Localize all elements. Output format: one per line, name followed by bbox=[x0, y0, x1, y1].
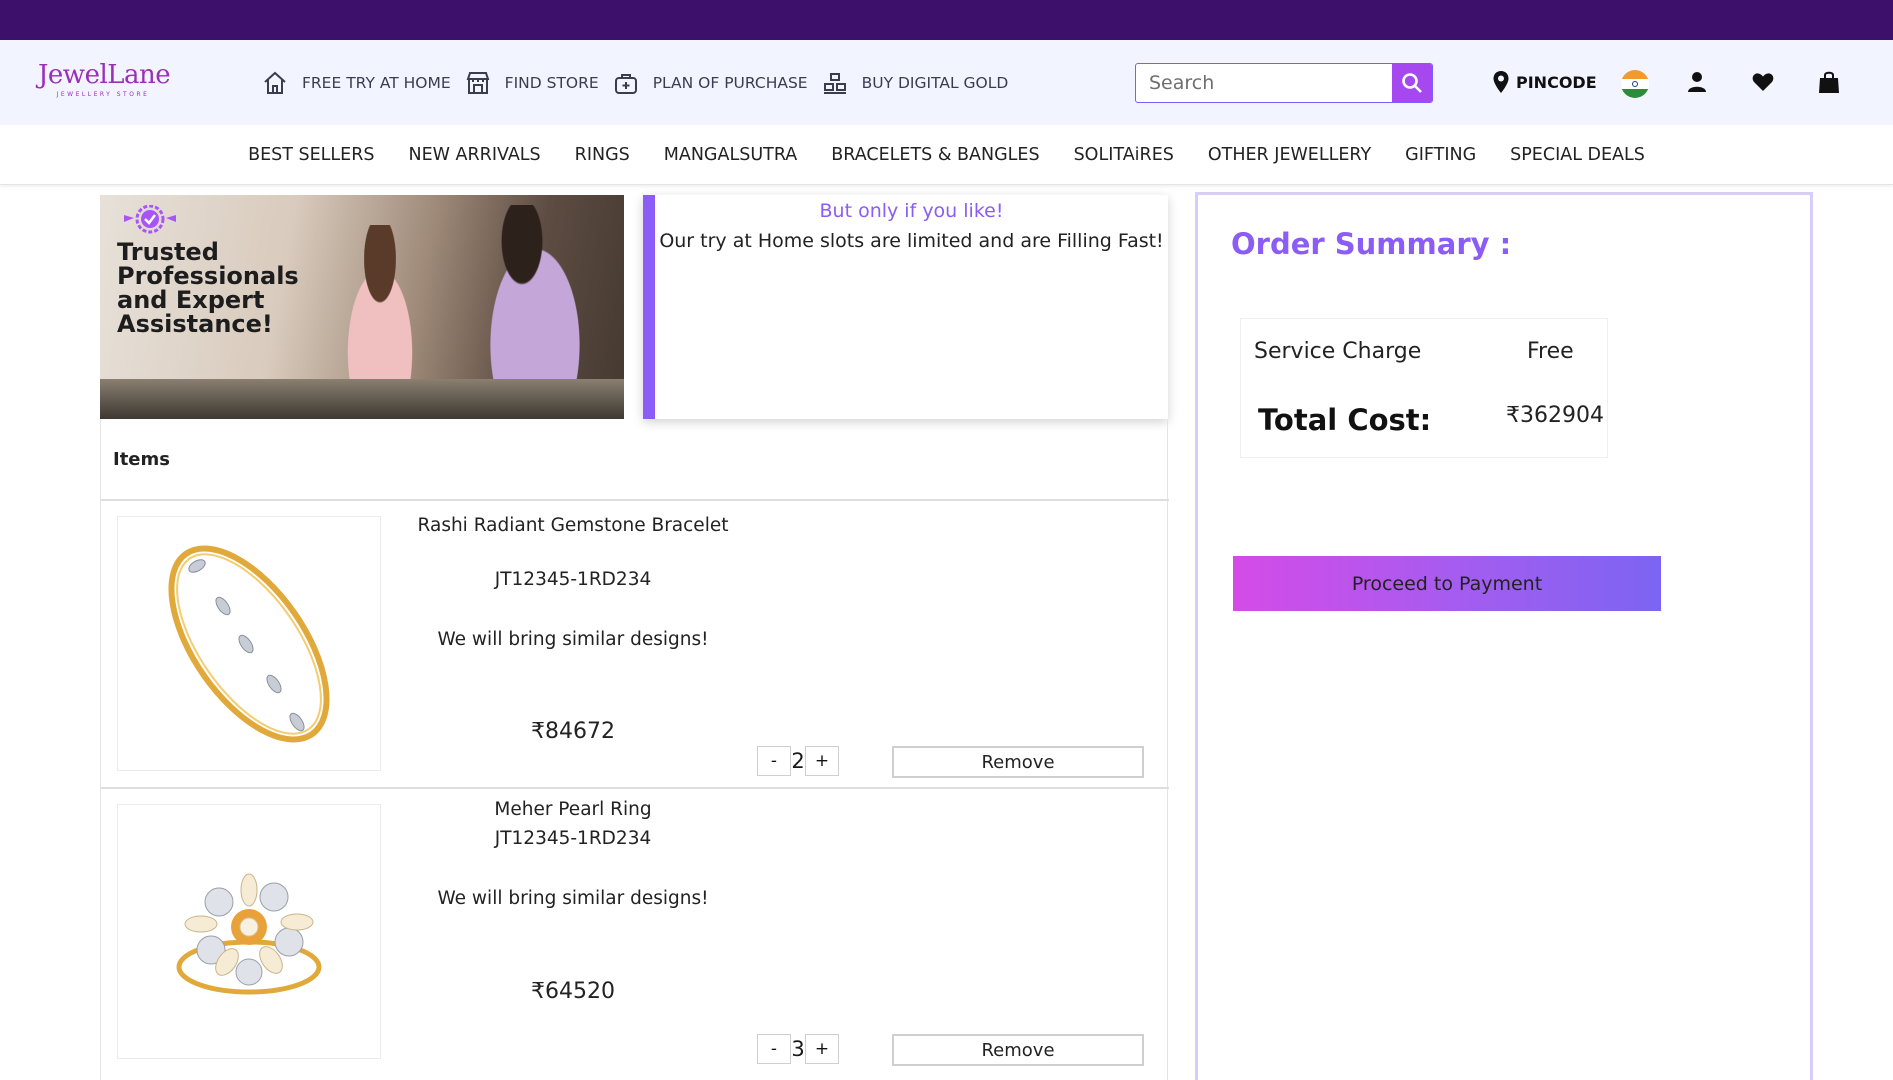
category-rings[interactable]: RINGS bbox=[575, 145, 630, 165]
decrease-quantity-button[interactable]: - bbox=[757, 746, 791, 776]
wishlist-heart-icon[interactable] bbox=[1751, 70, 1775, 94]
category-special-deals[interactable]: SPECIAL DEALS bbox=[1510, 145, 1645, 165]
items-heading: Items bbox=[113, 449, 170, 470]
search-icon bbox=[1402, 73, 1422, 93]
product-image-bracelet[interactable] bbox=[117, 516, 381, 771]
item-name: Rashi Radiant Gemstone Bracelet bbox=[417, 515, 729, 536]
decrease-quantity-button[interactable]: - bbox=[757, 1034, 791, 1064]
order-summary-title: Order Summary : bbox=[1231, 227, 1512, 261]
category-other-jewellery[interactable]: OTHER JEWELLERY bbox=[1208, 145, 1371, 165]
item-note: We will bring similar designs! bbox=[437, 888, 709, 909]
search-input[interactable] bbox=[1136, 64, 1392, 102]
try-at-home-notice: But only if you like! Our try at Home sl… bbox=[643, 195, 1168, 419]
nav-buy-digital-gold[interactable]: BUY DIGITAL GOLD bbox=[822, 70, 1009, 96]
brand-logo[interactable]: JewelLane JEWELLERY STORE bbox=[38, 60, 171, 98]
header-nav: FREE TRY AT HOME FIND STORE PLAN OF PURC… bbox=[262, 68, 1022, 98]
nav-label: BUY DIGITAL GOLD bbox=[861, 74, 1009, 92]
category-new-arrivals[interactable]: NEW ARRIVALS bbox=[409, 145, 541, 165]
quantity-value: 2 bbox=[791, 749, 805, 773]
banner-woman-figure bbox=[330, 225, 430, 395]
plan-bag-icon bbox=[614, 74, 637, 94]
banner-text: Trusted Professionals and Expert Assista… bbox=[117, 238, 299, 338]
nav-label: FREE TRY AT HOME bbox=[302, 74, 451, 92]
search-button[interactable] bbox=[1392, 64, 1432, 102]
location-pin-icon bbox=[1493, 71, 1509, 93]
order-summary-panel: Order Summary : Service Charge Free Tota… bbox=[1195, 192, 1813, 1080]
search-box bbox=[1135, 63, 1433, 103]
quantity-value: 3 bbox=[791, 1037, 805, 1061]
quantity-stepper: - 2 + bbox=[757, 746, 839, 776]
service-charge-label: Service Charge bbox=[1254, 339, 1422, 364]
home-icon bbox=[264, 71, 286, 94]
promo-banner: Trusted Professionals and Expert Assista… bbox=[100, 195, 624, 419]
cart-main: Trusted Professionals and Expert Assista… bbox=[100, 195, 1169, 1080]
nav-free-try-at-home[interactable]: FREE TRY AT HOME bbox=[262, 70, 451, 96]
account-icon[interactable] bbox=[1686, 70, 1708, 94]
category-best-sellers[interactable]: BEST SELLERS bbox=[248, 145, 374, 165]
site-header: JewelLane JEWELLERY STORE FREE TRY AT HO… bbox=[0, 40, 1893, 125]
store-icon bbox=[466, 72, 490, 94]
category-bracelets-bangles[interactable]: BRACELETS & BANGLES bbox=[831, 145, 1039, 165]
remove-button[interactable]: Remove bbox=[892, 1034, 1144, 1066]
increase-quantity-button[interactable]: + bbox=[805, 746, 839, 776]
nav-label: FIND STORE bbox=[504, 74, 599, 92]
proceed-to-payment-button[interactable]: Proceed to Payment bbox=[1233, 556, 1661, 611]
gold-bars-icon bbox=[823, 73, 846, 94]
category-mangalsutra[interactable]: MANGALSUTRA bbox=[664, 145, 797, 165]
item-name: Meher Pearl Ring bbox=[494, 799, 652, 820]
total-cost-value: ₹362904 bbox=[1506, 403, 1604, 428]
banner-floor bbox=[100, 379, 624, 419]
cart-items-panel: Items Rashi Radiant Gemstone Bracelet JT… bbox=[100, 419, 1169, 1080]
item-code: JT12345-1RD234 bbox=[494, 569, 652, 590]
service-charge-value: Free bbox=[1527, 339, 1574, 364]
bracelet-image bbox=[168, 545, 330, 742]
increase-quantity-button[interactable]: + bbox=[805, 1034, 839, 1064]
verified-badge-icon bbox=[124, 205, 176, 234]
logo-name: JewelLane bbox=[38, 60, 171, 90]
category-nav: BEST SELLERS NEW ARRIVALS RINGS MANGALSU… bbox=[0, 125, 1893, 185]
top-strip bbox=[0, 0, 1893, 40]
cart-item: Rashi Radiant Gemstone Bracelet JT12345-… bbox=[101, 499, 1169, 787]
remove-button[interactable]: Remove bbox=[892, 746, 1144, 778]
india-flag-icon[interactable] bbox=[1621, 70, 1649, 98]
category-gifting[interactable]: GIFTING bbox=[1405, 145, 1476, 165]
nav-find-store[interactable]: FIND STORE bbox=[465, 70, 599, 96]
order-summary-box: Service Charge Free Total Cost: ₹362904 bbox=[1240, 318, 1608, 458]
pincode-label: PINCODE bbox=[1516, 72, 1597, 92]
item-code: JT12345-1RD234 bbox=[494, 828, 652, 849]
logo-tagline: JEWELLERY STORE bbox=[56, 91, 150, 98]
item-price: ₹84672 bbox=[531, 719, 615, 744]
pincode-selector[interactable]: PINCODE bbox=[1492, 70, 1597, 94]
total-cost-label: Total Cost: bbox=[1258, 403, 1432, 437]
notice-body: Our try at Home slots are limited and ar… bbox=[659, 230, 1164, 252]
nav-plan-of-purchase[interactable]: PLAN OF PURCHASE bbox=[613, 70, 808, 96]
item-note: We will bring similar designs! bbox=[437, 629, 709, 650]
product-image-ring[interactable] bbox=[117, 804, 381, 1059]
category-solitaires[interactable]: SOLITAiRES bbox=[1074, 145, 1174, 165]
item-price: ₹64520 bbox=[531, 979, 615, 1004]
cart-item: Meher Pearl Ring JT12345-1RD234 We will … bbox=[101, 787, 1169, 1075]
ring-image bbox=[176, 873, 322, 994]
notice-headline: But only if you like! bbox=[819, 200, 1004, 222]
banner-man-figure bbox=[470, 205, 600, 405]
nav-label: PLAN OF PURCHASE bbox=[652, 74, 808, 92]
shopping-bag-icon[interactable] bbox=[1818, 70, 1840, 94]
quantity-stepper: - 3 + bbox=[757, 1034, 839, 1064]
